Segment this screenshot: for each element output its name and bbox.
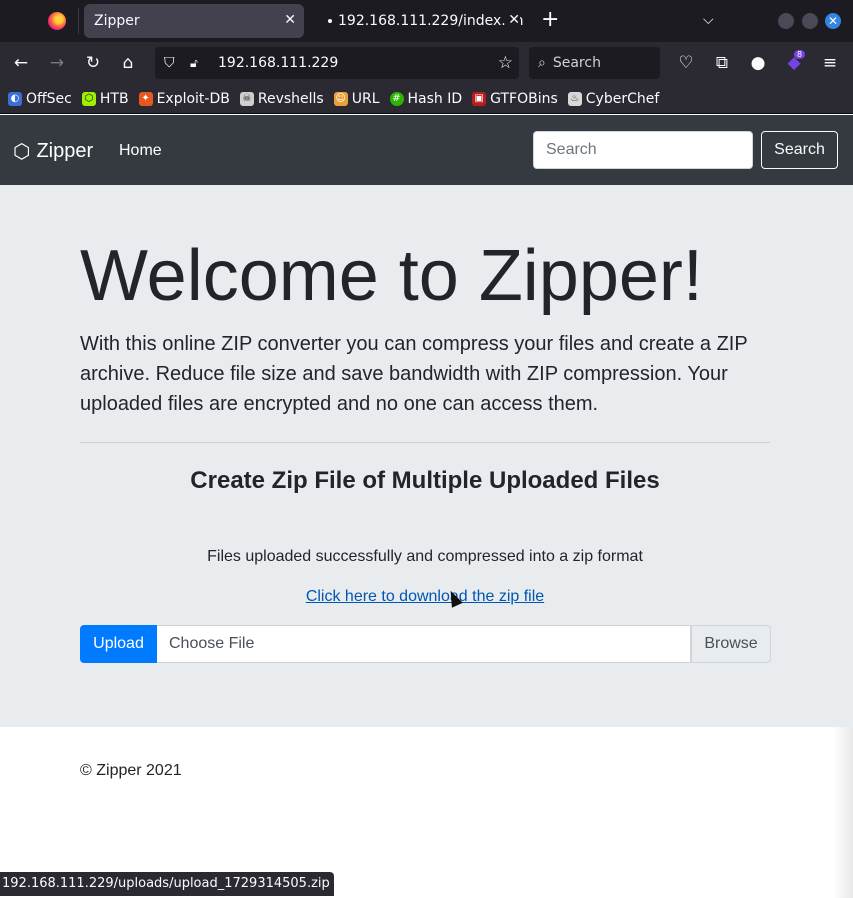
htb-cube-icon: ⬡ (81, 91, 96, 106)
chevron-down-icon[interactable]: ⌵ (703, 12, 714, 28)
bookmark-gtfobins[interactable]: ▣ GTFOBins (472, 91, 558, 107)
bookmark-label: URL (351, 90, 380, 107)
bookmark-cyberchef[interactable]: ♨ CyberChef (567, 90, 660, 107)
tab-label: Zipper (94, 13, 140, 29)
bookmark-label: HTB (99, 90, 129, 107)
main-jumbotron: Welcome to Zipper! With this online ZIP … (0, 185, 853, 727)
bookmark-label: Hash ID (407, 90, 463, 107)
extension-badge: 8 (794, 50, 806, 59)
link-status-bar: 192.168.111.229/uploads/upload_172931450… (0, 872, 334, 896)
offsec-icon: ◐ (8, 91, 22, 106)
bookmark-label: OffSec (26, 90, 72, 107)
bookmark-label: Exploit-DB (156, 90, 230, 107)
lead-paragraph: With this online ZIP converter you can c… (80, 333, 748, 415)
section-heading: Create Zip File of Multiple Uploaded Fil… (190, 467, 660, 494)
address-bar[interactable]: ⛉ 🔓︎ 192.168.111.229 ☆ (155, 47, 519, 79)
site-search-button[interactable]: Search (761, 131, 838, 169)
divider (80, 442, 770, 443)
browser-search-placeholder: Search (552, 55, 601, 71)
insecure-lock-icon[interactable]: 🔓︎ (190, 56, 204, 71)
hashid-icon: # (389, 91, 404, 106)
search-icon: ⌕ (538, 55, 546, 71)
footer-copyright: © Zipper 2021 (80, 762, 182, 779)
bookmark-label: CyberChef (585, 90, 660, 107)
gtfobins-icon: ▣ (472, 91, 487, 106)
minimize-window-button[interactable] (778, 13, 794, 29)
download-paragraph: Click here to download the zip file (80, 588, 770, 606)
upload-form: Upload Choose File Browse (80, 625, 771, 663)
firefox-icon[interactable] (48, 12, 66, 30)
home-icon[interactable]: ⌂ (117, 52, 139, 74)
upload-button[interactable]: Upload (80, 625, 157, 663)
unread-dot-icon (328, 19, 332, 23)
reload-icon[interactable]: ↻ (82, 52, 104, 74)
browser-search-box[interactable]: ⌕ Search (529, 47, 660, 79)
site-navbar: ⬡ Zipper Home Search (0, 115, 853, 185)
bookmark-htb[interactable]: ⬡ HTB (81, 90, 129, 107)
bookmark-hash-id[interactable]: # Hash ID (389, 90, 463, 107)
maximize-window-button[interactable] (802, 13, 818, 29)
close-window-button[interactable]: ✕ (825, 13, 841, 29)
bookmark-exploit-db[interactable]: ✦ Exploit-DB (138, 90, 230, 107)
cyberchef-icon: ♨ (567, 91, 582, 106)
bookmark-label: GTFOBins (490, 90, 558, 107)
close-tab-icon[interactable]: ✕ (284, 12, 296, 28)
forward-icon[interactable]: → (46, 52, 68, 74)
browser-tab-bar: Zipper ✕ 192.168.111.229/index.php ✕ + ⌵… (0, 0, 853, 42)
upload-success-message: Files uploaded successfully and compress… (207, 548, 643, 565)
bookmark-offsec[interactable]: ◐ OffSec (8, 91, 72, 107)
site-search-input[interactable] (533, 131, 753, 169)
tab-label: 192.168.111.229/index.php (338, 13, 524, 29)
page-title: Welcome to Zipper! (80, 236, 703, 316)
extension-cookie-icon[interactable]: ● (747, 52, 769, 74)
extensions-icon[interactable]: ⧉ (711, 52, 733, 74)
bookmark-star-icon[interactable]: ☆ (498, 53, 513, 73)
browser-toolbar: ← → ↻ ⌂ ⛉ 🔓︎ 192.168.111.229 ☆ ⌕ Search … (0, 42, 853, 84)
new-tab-icon[interactable]: + (541, 8, 559, 32)
skull-icon: ☠ (239, 91, 254, 106)
tab-zipper[interactable]: Zipper ✕ (84, 4, 304, 38)
codepen-logo-icon: ⬡ (13, 141, 31, 163)
brand-name: Zipper (36, 140, 94, 162)
brand-link[interactable]: ⬡ Zipper (13, 139, 93, 164)
bookmark-label: Revshells (257, 90, 324, 107)
bookmark-url[interactable]: ☺ URL (333, 90, 380, 107)
tab-index-php[interactable]: 192.168.111.229/index.php ✕ (318, 4, 524, 38)
menu-icon[interactable]: ≡ (819, 52, 841, 74)
url-icon: ☺ (333, 91, 348, 106)
close-tab-icon[interactable]: ✕ (506, 12, 520, 28)
page-edge-shade (833, 727, 853, 898)
shield-icon[interactable]: ⛉ (164, 55, 180, 71)
tab-separator (78, 8, 79, 34)
back-icon[interactable]: ← (10, 52, 32, 74)
exploitdb-icon: ✦ (138, 91, 153, 106)
bookmarks-bar: ◐ OffSec ⬡ HTB ✦ Exploit-DB ☠ Revshells ☺ URL… (0, 84, 853, 114)
file-input[interactable]: Choose File (157, 625, 691, 663)
address-text[interactable]: 192.168.111.229 (218, 55, 338, 71)
bookmark-revshells[interactable]: ☠ Revshells (239, 90, 324, 107)
download-zip-link[interactable]: Click here to download the zip file (306, 588, 544, 605)
pocket-icon[interactable]: ♡ (675, 52, 697, 74)
browse-button[interactable]: Browse (691, 625, 771, 663)
nav-home-link[interactable]: Home (119, 142, 162, 160)
